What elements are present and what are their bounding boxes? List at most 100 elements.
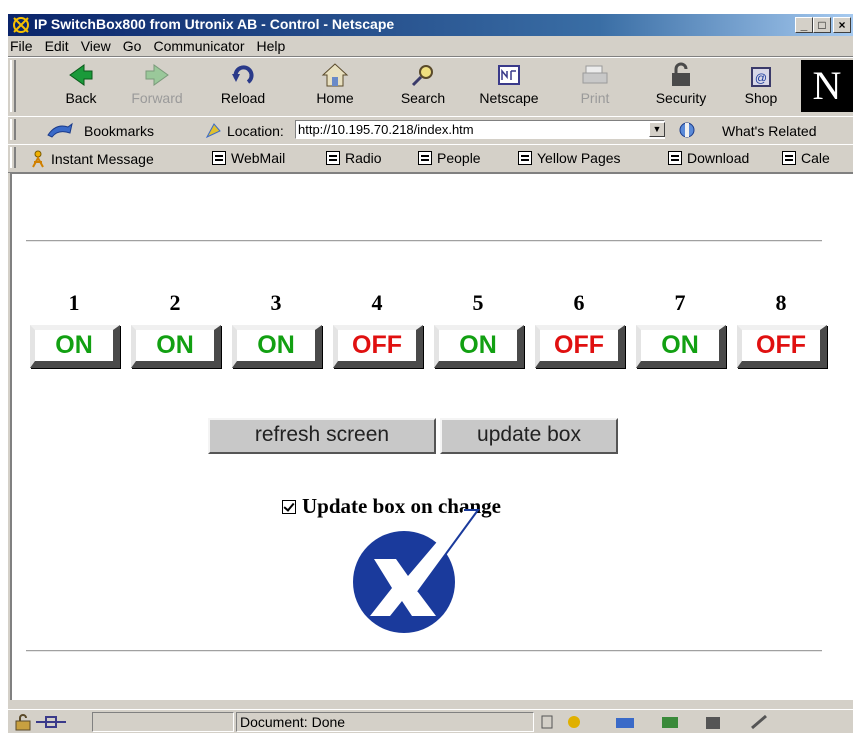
shop-icon: @	[751, 67, 771, 87]
menu-file[interactable]: File	[8, 38, 39, 54]
search-icon	[411, 65, 433, 87]
forward-button[interactable]: Forward	[126, 60, 188, 112]
switch-number: 3	[270, 290, 282, 315]
composer-icon	[662, 717, 678, 728]
switch-1-toggle-button[interactable]: ON	[30, 325, 120, 368]
switch-number: 6	[573, 290, 585, 315]
menu-edit[interactable]: Edit	[39, 38, 75, 54]
refresh-screen-button[interactable]: refresh screen	[208, 418, 436, 454]
location-icon	[205, 123, 221, 139]
location-label: Location:	[227, 123, 284, 139]
lock-icon	[672, 62, 690, 86]
connection-icon	[36, 716, 66, 728]
webmail-link[interactable]: WebMail	[212, 150, 285, 166]
navigation-toolbar: Back Forward Reload Home Search Netscape…	[8, 57, 853, 117]
switch-state-label: OFF	[742, 330, 820, 361]
switch-3-toggle-button[interactable]: ON	[232, 325, 322, 368]
shop-label: Shop	[744, 90, 778, 106]
switch-state-label: OFF	[540, 330, 618, 361]
calendar-link[interactable]: Cale	[782, 150, 830, 166]
menu-help[interactable]: Help	[251, 38, 292, 54]
auto-update-checkbox[interactable]	[282, 499, 296, 514]
toolbar-grip[interactable]	[10, 147, 16, 168]
switch-state-label: ON	[35, 330, 113, 361]
edit-pen-icon	[751, 714, 767, 730]
switch-6-toggle-button[interactable]: OFF	[535, 325, 625, 368]
menu-communicator[interactable]: Communicator	[147, 38, 250, 54]
status-text: Document: Done	[236, 712, 534, 732]
yellow-pages-label: Yellow Pages	[537, 150, 621, 166]
component-bar-icons[interactable]	[540, 713, 840, 731]
menu-go[interactable]: Go	[117, 38, 148, 54]
maximize-button[interactable]: □	[813, 17, 831, 33]
home-label: Home	[316, 90, 354, 106]
calendar-label: Cale	[801, 150, 830, 166]
switch-number: 4	[371, 290, 383, 315]
home-icon	[321, 63, 349, 87]
bookmark-icon	[212, 151, 226, 165]
security-lock-icon[interactable]	[12, 713, 34, 731]
status-bar: Document: Done	[8, 709, 853, 733]
bookmarks-button[interactable]: Bookmarks	[84, 123, 154, 139]
chevron-down-icon[interactable]: ▼	[649, 122, 665, 137]
window-title: IP SwitchBox800 from Utronix AB - Contro…	[34, 16, 395, 32]
bookmark-icon	[418, 151, 432, 165]
forward-label: Forward	[131, 90, 183, 106]
instant-message-label: Instant Message	[51, 151, 154, 167]
download-link[interactable]: Download	[668, 150, 749, 166]
progress-panel	[92, 712, 234, 732]
svg-text:@: @	[755, 71, 767, 85]
bookmark-icon	[326, 151, 340, 165]
switch-state-label: ON	[641, 330, 719, 361]
switch-7-toggle-button[interactable]: ON	[636, 325, 726, 368]
forward-arrow-icon	[145, 64, 169, 86]
utronix-logo	[353, 509, 480, 633]
yellow-pages-link[interactable]: Yellow Pages	[518, 150, 621, 166]
close-button[interactable]: ×	[833, 17, 851, 33]
switch-number: 1	[68, 290, 80, 315]
netscape-button[interactable]: Netscape	[478, 60, 540, 112]
print-label: Print	[580, 90, 610, 106]
toolbar-grip[interactable]	[10, 119, 16, 140]
reload-button[interactable]: Reload	[212, 60, 274, 112]
netscape-label: Netscape	[479, 90, 539, 106]
search-button[interactable]: Search	[392, 60, 454, 112]
instant-message-link[interactable]: Instant Message	[30, 150, 154, 168]
menu-bar: File Edit View Go Communicator Help	[8, 36, 853, 57]
menu-view[interactable]: View	[75, 38, 117, 54]
print-button[interactable]: Print	[564, 60, 626, 112]
people-label: People	[437, 150, 481, 166]
whats-related-icon	[679, 122, 695, 138]
whats-related-button[interactable]: What's Related	[722, 123, 817, 139]
security-label: Security	[655, 90, 707, 106]
navigator-icon	[568, 716, 580, 728]
bookmark-icon	[518, 151, 532, 165]
divider	[26, 650, 822, 652]
back-button[interactable]: Back	[50, 60, 112, 112]
netscape-icon	[498, 65, 520, 85]
title-bar[interactable]: IP SwitchBox800 from Utronix AB - Contro…	[8, 14, 853, 36]
url-input[interactable]: http://10.195.70.218/index.htm	[295, 120, 665, 139]
update-box-button[interactable]: update box	[440, 418, 618, 454]
mail-icon	[616, 718, 634, 728]
search-label: Search	[400, 90, 446, 106]
person-icon	[32, 150, 44, 168]
switch-8-toggle-button[interactable]: OFF	[737, 325, 827, 368]
webmail-label: WebMail	[231, 150, 286, 166]
switch-4-toggle-button[interactable]: OFF	[333, 325, 423, 368]
radio-link[interactable]: Radio	[326, 150, 382, 166]
security-button[interactable]: Security	[650, 60, 712, 112]
divider	[26, 240, 822, 242]
netscape-logo[interactable]: N	[801, 60, 853, 112]
personal-toolbar: Instant Message WebMail Radio People Yel…	[8, 144, 853, 173]
shop-button[interactable]: @ Shop	[730, 60, 792, 112]
location-toolbar: Bookmarks Location: http://10.195.70.218…	[8, 116, 853, 145]
minimize-button[interactable]: _	[795, 17, 813, 33]
people-link[interactable]: People	[418, 150, 481, 166]
switch-state-label: ON	[237, 330, 315, 361]
home-button[interactable]: Home	[304, 60, 366, 112]
switch-2-toggle-button[interactable]: ON	[131, 325, 221, 368]
reload-label: Reload	[220, 90, 266, 106]
toolbar-grip[interactable]	[10, 60, 16, 112]
switch-5-toggle-button[interactable]: ON	[434, 325, 524, 368]
